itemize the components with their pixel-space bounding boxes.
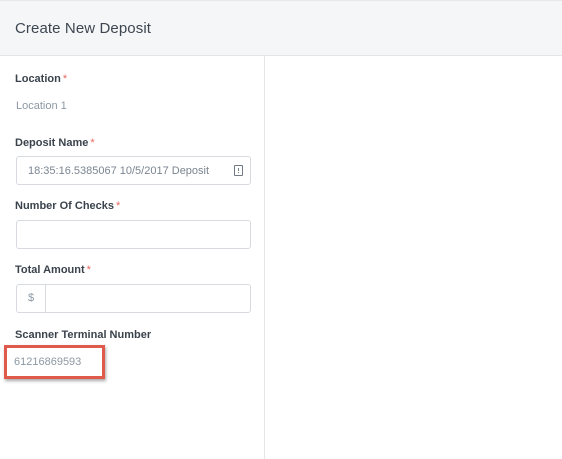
location-required-mark: * bbox=[62, 73, 68, 85]
number-of-checks-required-mark: * bbox=[116, 200, 121, 212]
number-of-checks-input[interactable] bbox=[16, 220, 251, 249]
deposit-name-label-text: Deposit Name bbox=[15, 137, 89, 149]
document-alert-icon[interactable] bbox=[234, 165, 243, 176]
currency-prefix: $ bbox=[17, 285, 46, 312]
highlight-annotation bbox=[4, 345, 105, 379]
location-value: Location 1 bbox=[16, 100, 67, 112]
total-amount-label: Total Amount * bbox=[15, 264, 91, 276]
number-of-checks-label-text: Number Of Checks bbox=[15, 200, 115, 212]
location-label-text: Location bbox=[15, 73, 61, 85]
deposit-name-value: 18:35:16.5385067 10/5/2017 Deposit bbox=[28, 165, 210, 177]
total-amount-required-mark: * bbox=[86, 264, 91, 276]
total-amount-input[interactable]: $ bbox=[16, 284, 251, 313]
location-label: Location * bbox=[15, 73, 67, 85]
page-header: Create New Deposit bbox=[0, 0, 562, 56]
deposit-name-required-mark: * bbox=[90, 137, 95, 149]
scanner-terminal-number-label: Scanner Terminal Number bbox=[15, 329, 152, 341]
create-deposit-page: Create New Deposit Location * Location 1 … bbox=[0, 0, 562, 459]
number-of-checks-label: Number Of Checks * bbox=[15, 200, 120, 212]
total-amount-label-text: Total Amount bbox=[15, 264, 85, 276]
deposit-name-label: Deposit Name * bbox=[15, 137, 95, 149]
deposit-name-input[interactable]: 18:35:16.5385067 10/5/2017 Deposit bbox=[16, 156, 251, 185]
page-title: Create New Deposit bbox=[15, 20, 152, 37]
deposit-form-panel: Location * Location 1 Deposit Name * 18:35… bbox=[0, 56, 265, 459]
